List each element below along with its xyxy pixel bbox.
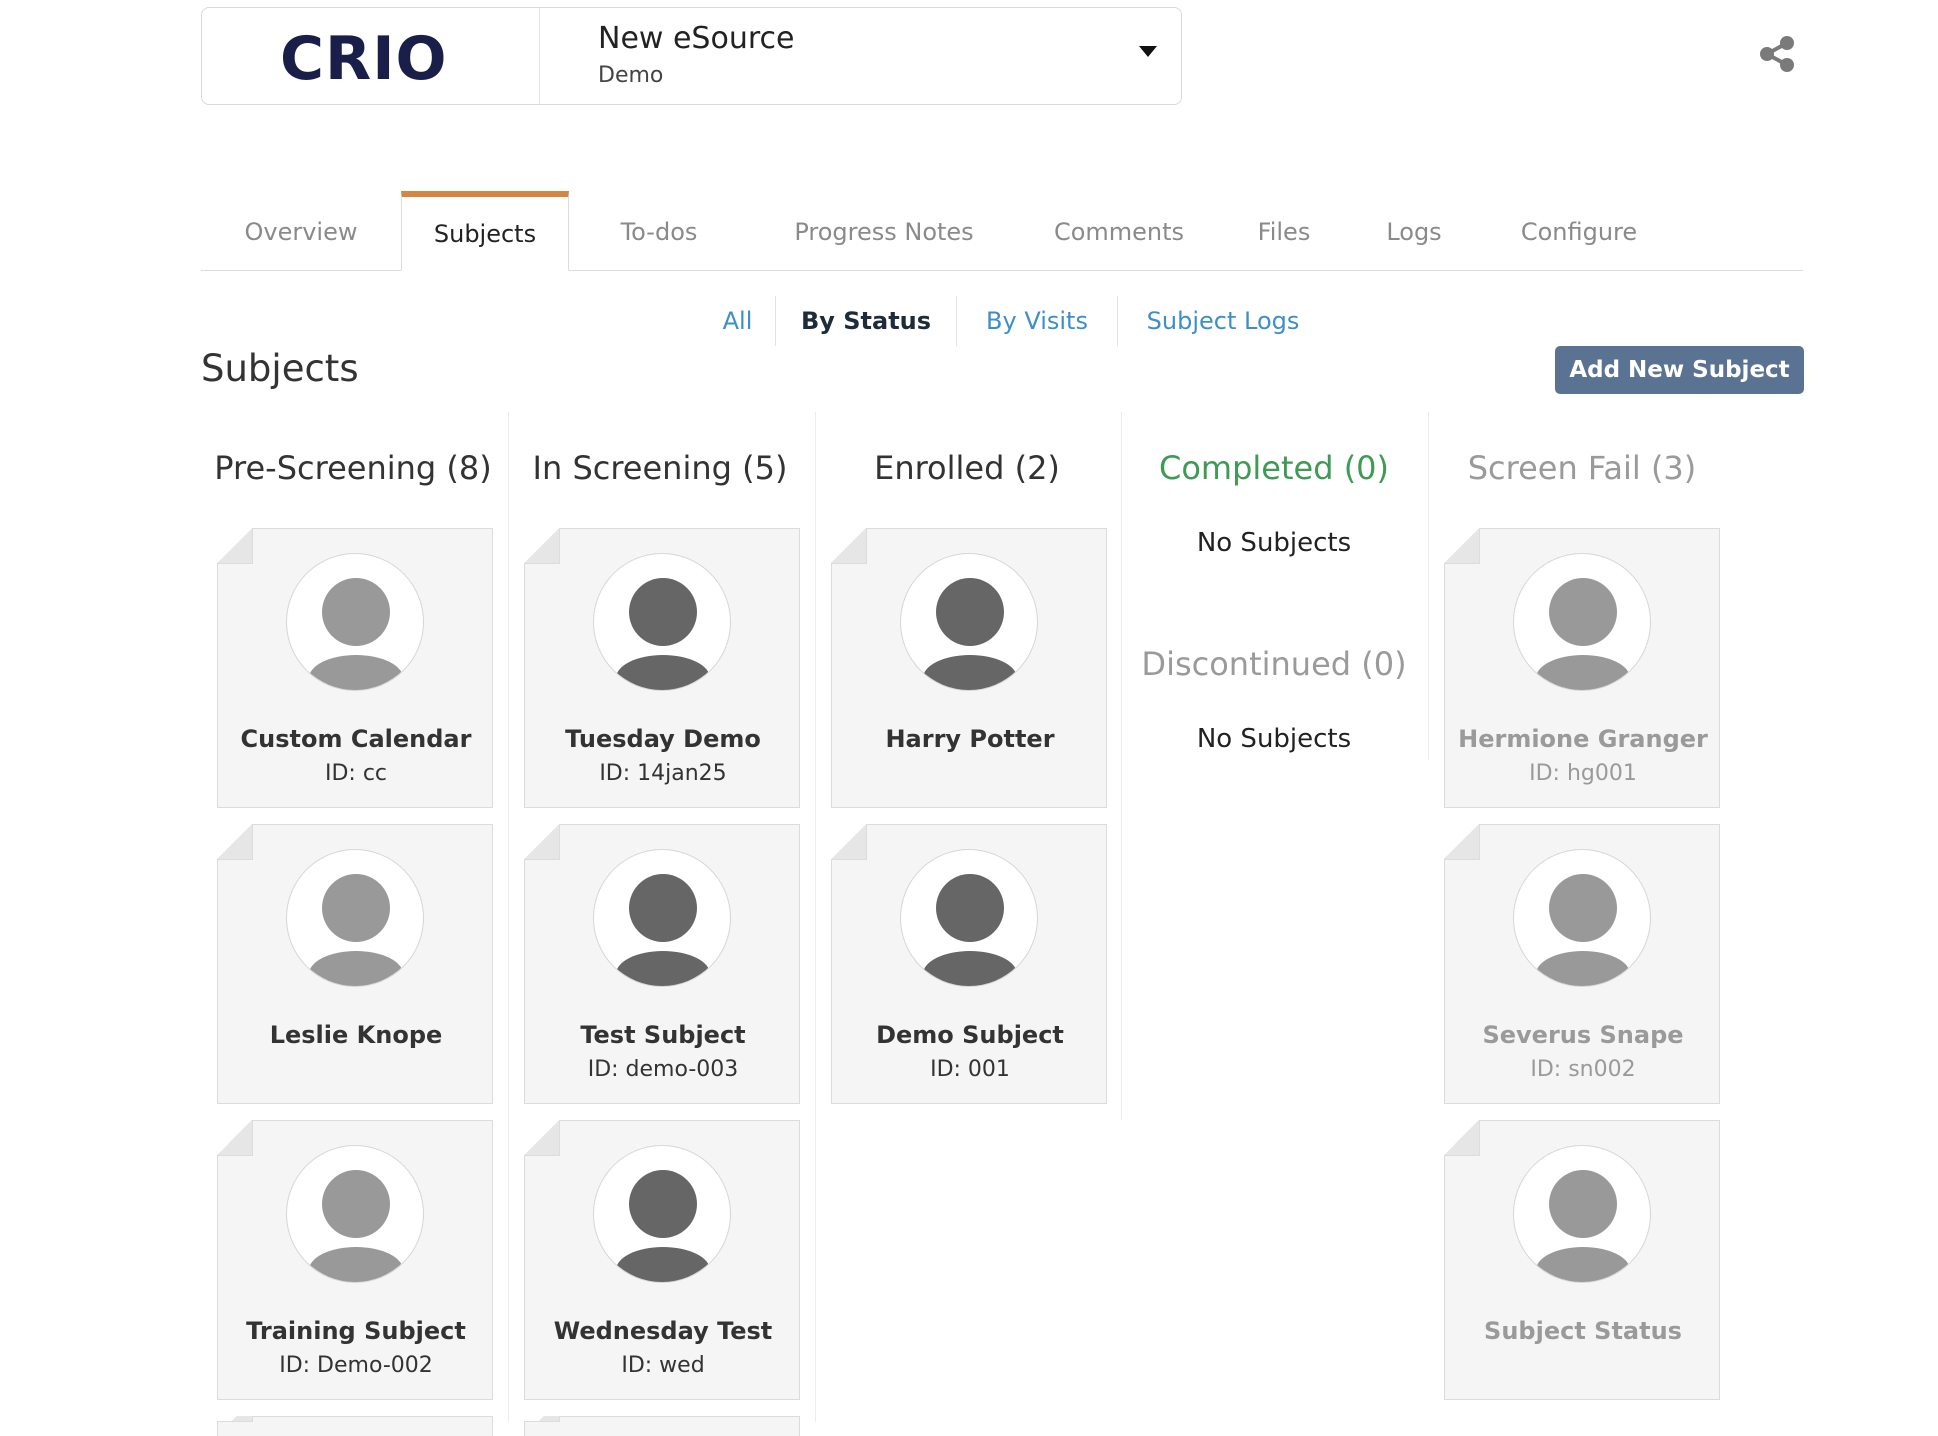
- subject-name: Wednesday Test: [553, 1317, 773, 1345]
- logo-lettering: CRIO: [280, 27, 448, 85]
- subject-id: ID: 001: [930, 1057, 1010, 1082]
- subject-card[interactable]: Severus Snape ID: sn002: [1444, 824, 1720, 1104]
- page-title: Subjects: [201, 347, 359, 390]
- card-fold: [217, 824, 253, 860]
- column-divider: [815, 412, 816, 1422]
- study-selector[interactable]: CRIO New eSource Demo: [201, 7, 1182, 105]
- column-header-discontinued: Discontinued (0): [1141, 645, 1407, 683]
- share-icon[interactable]: [1756, 32, 1800, 76]
- subject-id: ID: 14jan25: [599, 761, 727, 786]
- subnav-all[interactable]: All: [700, 296, 775, 346]
- subject-id: ID: cc: [324, 761, 388, 786]
- subject-name: Training Subject: [246, 1317, 466, 1345]
- user-avatar-icon: [1513, 1145, 1651, 1283]
- tab-todos[interactable]: To-dos: [569, 192, 749, 271]
- subject-name: Hermione Granger: [1458, 725, 1708, 753]
- subject-card[interactable]: Tuesday Demo ID: 14jan25: [524, 528, 800, 808]
- tab-comments[interactable]: Comments: [1019, 192, 1219, 271]
- card-fold: [831, 824, 867, 860]
- card-fold: [524, 528, 560, 564]
- subnav-by-visits[interactable]: By Visits: [957, 296, 1117, 346]
- column-header-screen-fail: Screen Fail (3): [1467, 449, 1697, 487]
- card-fold: [1444, 528, 1480, 564]
- subject-name: Subject Status: [1484, 1317, 1682, 1345]
- subnav-by-status[interactable]: By Status: [776, 296, 956, 346]
- add-new-subject-button[interactable]: Add New Subject: [1555, 346, 1804, 394]
- card-fold: [217, 1416, 253, 1422]
- study-name: New eSource: [598, 21, 795, 56]
- user-avatar-icon: [1513, 849, 1651, 987]
- study-subtitle: Demo: [598, 63, 664, 88]
- subject-id: ID: wed: [621, 1353, 705, 1378]
- user-avatar-icon: [900, 849, 1038, 987]
- tab-files[interactable]: Files: [1219, 192, 1349, 271]
- subject-name: Demo Subject: [876, 1021, 1064, 1049]
- tab-logs[interactable]: Logs: [1349, 192, 1479, 271]
- card-fold: [831, 528, 867, 564]
- subject-card[interactable]: Custom Calendar ID: cc: [217, 528, 493, 808]
- subject-card[interactable]: [524, 1416, 800, 1436]
- subject-card[interactable]: [217, 1416, 493, 1436]
- subject-name: Custom Calendar: [240, 725, 472, 753]
- column-divider: [1428, 412, 1429, 760]
- subject-card[interactable]: Wednesday Test ID: wed: [524, 1120, 800, 1400]
- user-avatar-icon: [286, 553, 424, 691]
- user-avatar-icon: [593, 849, 731, 987]
- user-avatar-icon: [593, 553, 731, 691]
- user-avatar-icon: [286, 1145, 424, 1283]
- card-fold: [524, 1120, 560, 1156]
- subject-id: ID: demo-003: [587, 1057, 739, 1082]
- user-avatar-icon: [1513, 553, 1651, 691]
- tab-configure[interactable]: Configure: [1479, 192, 1679, 271]
- subject-card[interactable]: Demo Subject ID: 001: [831, 824, 1107, 1104]
- user-avatar-icon: [900, 553, 1038, 691]
- card-fold: [1444, 1120, 1480, 1156]
- subnav-subject-logs[interactable]: Subject Logs: [1118, 296, 1328, 346]
- column-divider: [1121, 412, 1122, 1120]
- user-avatar-icon: [593, 1145, 731, 1283]
- tab-progress-notes[interactable]: Progress Notes: [749, 192, 1019, 271]
- subject-name: Harry Potter: [885, 725, 1055, 753]
- chevron-down-icon[interactable]: [1139, 46, 1157, 57]
- column-header-pre-screening: Pre-Screening (8): [214, 449, 492, 487]
- subject-card[interactable]: Training Subject ID: Demo-002: [217, 1120, 493, 1400]
- main-tabs: Overview Subjects To-dos Progress Notes …: [201, 190, 1803, 271]
- discontinued-empty-text: No Subjects: [1196, 724, 1352, 754]
- subject-card[interactable]: Hermione Granger ID: hg001: [1444, 528, 1720, 808]
- subject-name: Leslie Knope: [269, 1021, 443, 1049]
- subjects-view-nav: All By Status By Visits Subject Logs: [0, 296, 1938, 346]
- card-fold: [217, 528, 253, 564]
- card-fold: [217, 1120, 253, 1156]
- card-fold: [524, 824, 560, 860]
- subject-card[interactable]: Leslie Knope: [217, 824, 493, 1104]
- completed-empty-text: No Subjects: [1196, 528, 1352, 558]
- subject-name: Severus Snape: [1482, 1021, 1684, 1049]
- card-fold: [1444, 824, 1480, 860]
- subject-id: ID: hg001: [1529, 761, 1637, 786]
- column-header-completed: Completed (0): [1158, 449, 1390, 487]
- subject-card[interactable]: Test Subject ID: demo-003: [524, 824, 800, 1104]
- subject-id: ID: sn002: [1530, 1057, 1636, 1082]
- crio-logo: CRIO: [202, 8, 540, 104]
- subject-name: Test Subject: [580, 1021, 746, 1049]
- tab-subjects[interactable]: Subjects: [401, 191, 569, 271]
- tab-overview[interactable]: Overview: [201, 192, 401, 271]
- column-divider: [508, 412, 509, 1422]
- subject-name: Tuesday Demo: [565, 725, 761, 753]
- column-header-enrolled: Enrolled (2): [874, 449, 1060, 487]
- column-header-in-screening: In Screening (5): [532, 449, 788, 487]
- subject-card[interactable]: Harry Potter: [831, 528, 1107, 808]
- card-fold: [524, 1416, 560, 1422]
- user-avatar-icon: [286, 849, 424, 987]
- subject-card[interactable]: Subject Status: [1444, 1120, 1720, 1400]
- subject-id: ID: Demo-002: [279, 1353, 433, 1378]
